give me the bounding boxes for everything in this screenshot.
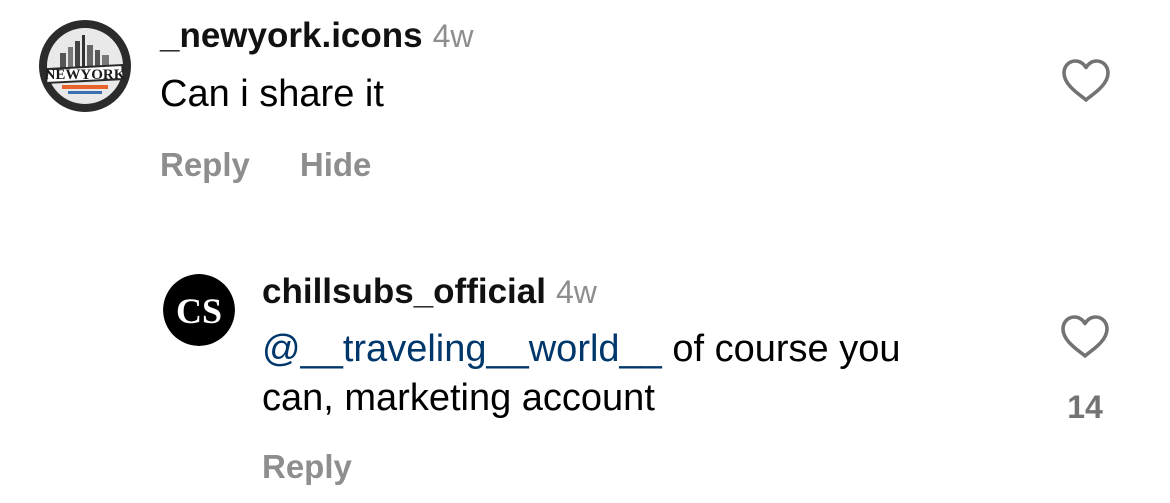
like-button[interactable] <box>1059 314 1111 360</box>
comment-header: _newyork.icons 4w <box>160 18 474 53</box>
username[interactable]: chillsubs_official <box>262 272 546 311</box>
reply-comment: CS chillsubs_official 4w @__traveling__wo… <box>0 260 1170 503</box>
avatar-logo-text: CS <box>176 291 222 331</box>
comment: NEWYORK _newyork.icons 4w Can i share it … <box>0 0 1170 200</box>
comment-text-line2: can, marketing account <box>262 377 655 419</box>
avatar-logo-text: NEWYORK <box>45 67 126 83</box>
reply-button[interactable]: Reply <box>262 448 352 485</box>
mention-link[interactable]: @__traveling__world__ <box>262 328 662 370</box>
avatar[interactable]: NEWYORK <box>38 19 132 113</box>
like-button[interactable] <box>1060 58 1112 104</box>
comment-header: chillsubs_official 4w <box>262 274 597 309</box>
timestamp: 4w <box>555 274 597 310</box>
reply-button[interactable]: Reply <box>160 146 250 183</box>
comment-text: @__traveling__world__ of course you can,… <box>262 325 1022 423</box>
comment-actions: Reply <box>262 450 352 483</box>
comment-actions: Reply Hide <box>160 148 371 181</box>
username[interactable]: _newyork.icons <box>160 16 423 55</box>
heart-icon <box>1061 315 1109 358</box>
comment-text: Can i share it <box>160 73 384 115</box>
chillsubs-logo-icon: CS <box>163 274 235 346</box>
heart-icon <box>1062 59 1110 102</box>
hide-button[interactable]: Hide <box>300 146 372 183</box>
timestamp: 4w <box>432 18 474 54</box>
like-count: 14 <box>1067 389 1103 425</box>
comment-text-line1: of course you <box>661 328 901 370</box>
avatar[interactable]: CS <box>163 274 235 346</box>
newyork-logo-icon: NEWYORK <box>39 20 131 112</box>
